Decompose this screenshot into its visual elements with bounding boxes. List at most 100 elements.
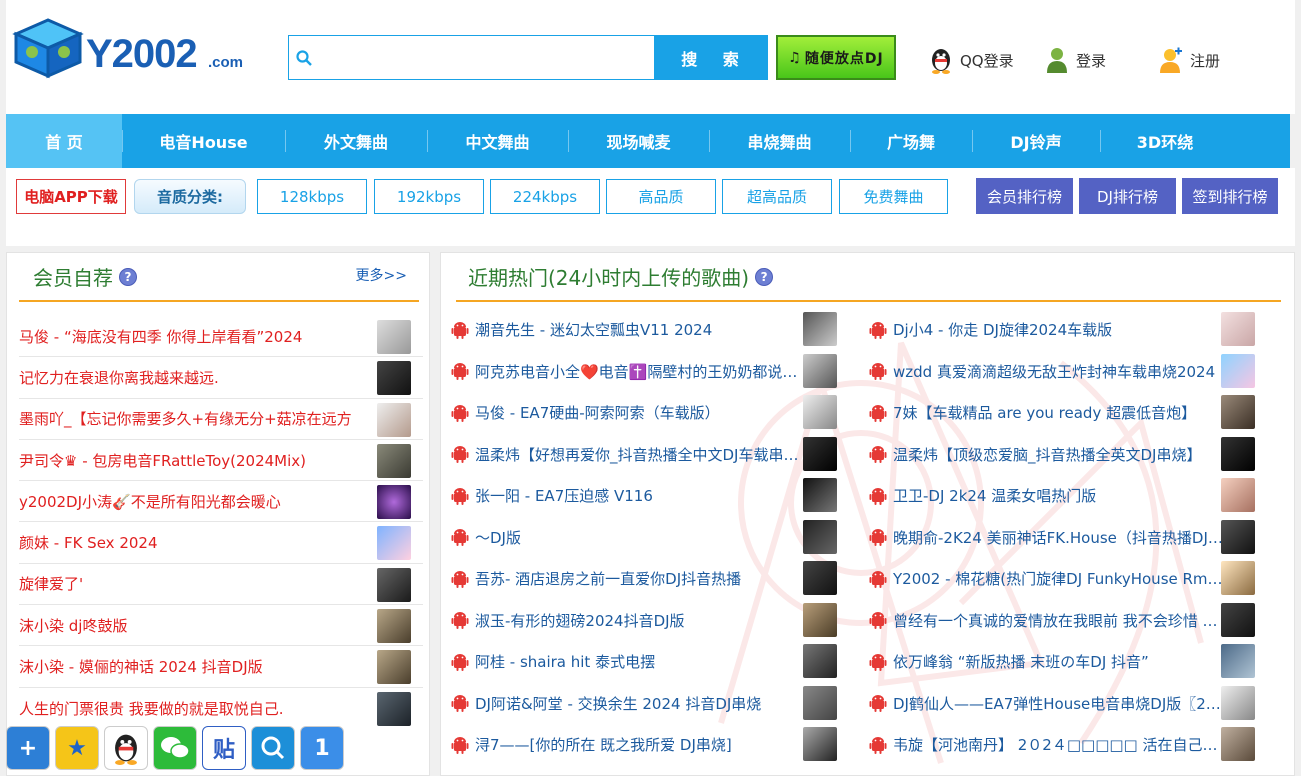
song-title[interactable]: ～DJ版 (475, 527, 809, 548)
search-input[interactable] (319, 36, 655, 79)
nav-medley[interactable]: 串烧舞曲 (709, 114, 850, 168)
hot-song-row[interactable]: DJ阿诺&阿堂 - 交换余生 2024 抖音DJ串烧 (441, 683, 851, 725)
song-title[interactable]: 马俊 - EA7硬曲-阿索阿索（车载版） (475, 402, 809, 423)
search-button[interactable]: 搜 索 (654, 35, 768, 80)
song-title[interactable]: y2002DJ小涛🎸不是所有阳光都会暖心 (19, 491, 371, 512)
hot-song-row[interactable]: 吾苏- 酒店退房之前一直爱你DJ抖音热播 (441, 558, 851, 600)
song-title[interactable]: 阿克苏电音小全❤️电音✝️隔壁村的王奶奶都说好听 (475, 361, 809, 382)
nav-ringtone[interactable]: DJ铃声 (972, 114, 1100, 168)
hot-song-row[interactable]: 马俊 - EA7硬曲-阿索阿索（车载版） (441, 392, 851, 434)
song-title[interactable]: 依万峰翁 “新版热播 末班の车DJ 抖音” (893, 651, 1227, 672)
nav-foreign[interactable]: 外文舞曲 (285, 114, 427, 168)
song-title[interactable]: 7妹【车载精品 are you ready 超震低音炮】 (893, 402, 1227, 423)
hot-song-row[interactable]: 韦旋【河池南丹】 2０2４□□□□□ 活在自己的世界 (859, 724, 1269, 766)
song-title[interactable]: DJ阿诺&阿堂 - 交换余生 2024 抖音DJ串烧 (475, 693, 809, 714)
song-title[interactable]: 潮音先生 - 迷幻太空瓢虫V11 2024 (475, 319, 809, 340)
more-link[interactable]: 更多>> (356, 265, 407, 285)
hot-song-row[interactable]: 晚期俞-2K24 美丽神话FK.House（抖音热播DJ版） (859, 517, 1269, 559)
hot-song-row[interactable]: 曾经有一个真诚的爱情放在我眼前 我不会珍惜 DJ版 (859, 600, 1269, 642)
nav-3d[interactable]: 3D环绕 (1100, 114, 1230, 168)
song-title[interactable]: Dj小4 - 你走 DJ旋律2024车载版 (893, 319, 1227, 340)
list-item[interactable]: 沫小染 dj咚鼓版 (19, 605, 423, 647)
list-item[interactable]: 人生的门票很贵 我要做的就是取悦自己. (19, 688, 423, 729)
list-item[interactable]: 记忆力在衰退你离我越来越远. (19, 357, 423, 399)
nav-square-dance[interactable]: 广场舞 (850, 114, 972, 168)
hot-song-row[interactable]: DJ鹤仙人——EA7弹性House电音串烧DJ版〖2024〗 (859, 683, 1269, 725)
song-title[interactable]: 旋律爱了' (19, 573, 371, 594)
login-link[interactable]: 登录 (1044, 40, 1106, 80)
song-title[interactable]: 记忆力在衰退你离我越来越远. (19, 367, 371, 388)
list-item[interactable]: y2002DJ小涛🎸不是所有阳光都会暖心 (19, 481, 423, 523)
song-title[interactable]: DJ鹤仙人——EA7弹性House电音串烧DJ版〖2024〗 (893, 693, 1227, 714)
hot-song-row[interactable]: 浔7——[你的所在 既之我所爱 DJ串烧] (441, 724, 851, 766)
hot-song-row[interactable]: 依万峰翁 “新版热播 末班の车DJ 抖音” (859, 641, 1269, 683)
random-dj-button[interactable]: ♫ 随便放点DJ (776, 35, 896, 80)
quality-192[interactable]: 192kbps (374, 179, 484, 214)
dj-rank-button[interactable]: DJ排行榜 (1079, 178, 1176, 214)
quality-ultra[interactable]: 超高品质 (722, 179, 832, 214)
nav-chinese[interactable]: 中文舞曲 (427, 114, 568, 168)
song-title[interactable]: 淑玉-有形的翅磅2024抖音DJ版 (475, 610, 809, 631)
song-title[interactable]: 晚期俞-2K24 美丽神话FK.House（抖音热播DJ版） (893, 527, 1227, 548)
song-title[interactable]: 人生的门票很贵 我要做的就是取悦自己. (19, 698, 371, 719)
quality-free[interactable]: 免费舞曲 (839, 179, 948, 214)
hot-song-row[interactable]: 温柔炜【好想再爱你_抖音热播全中文DJ车载串烧】 (441, 434, 851, 476)
song-title[interactable]: 吾苏- 酒店退房之前一直爱你DJ抖音热播 (475, 568, 809, 589)
qzone-icon[interactable]: ★ (55, 726, 99, 770)
quality-high[interactable]: 高品质 (606, 179, 716, 214)
nav-house[interactable]: 电音House (122, 114, 285, 168)
list-item[interactable]: 尹司令♛ - 包房电音FRattleToy(2024Mix) (19, 440, 423, 482)
wechat-icon[interactable] (153, 726, 197, 770)
nav-home[interactable]: 首 页 (6, 114, 122, 168)
song-title[interactable]: 马俊 - “海底没有四季 你得上岸看看”2024 (19, 326, 371, 347)
song-title[interactable]: 墨雨吖_【忘记你需要多久+有缘无分+菇凉在远方 (19, 408, 371, 429)
list-item[interactable]: 颜妹 - FK Sex 2024 (19, 522, 423, 564)
member-rank-button[interactable]: 会员排行榜 (976, 178, 1073, 214)
hot-song-row[interactable]: Y2002 - 棉花糖(热门旋律DJ FunkyHouse Rmx 2024) (859, 558, 1269, 600)
register-link[interactable]: 注册 (1158, 40, 1220, 80)
help-icon[interactable]: ? (755, 267, 774, 286)
song-title[interactable]: 卫卫-DJ 2k24 温柔女唱热门版 (893, 485, 1227, 506)
nav-live-mc[interactable]: 现场喊麦 (568, 114, 709, 168)
hot-song-row[interactable]: Dj小4 - 你走 DJ旋律2024车载版 (859, 309, 1269, 351)
help-icon[interactable]: ? (119, 267, 137, 286)
song-title[interactable]: 韦旋【河池南丹】 2０2４□□□□□ 活在自己的世界 (893, 734, 1227, 755)
song-title[interactable]: Y2002 - 棉花糖(热门旋律DJ FunkyHouse Rmx 2024) (893, 568, 1227, 589)
song-title[interactable]: 温柔炜【顶级恋爱脑_抖音热播全英文DJ串烧】 (893, 444, 1227, 465)
song-title[interactable]: wzdd 真爱滴滴超级无敌王炸封神车载串烧2024 (893, 361, 1227, 382)
song-title[interactable]: 颜妹 - FK Sex 2024 (19, 532, 371, 553)
list-item[interactable]: 旋律爱了' (19, 564, 423, 606)
qq-login-link[interactable]: QQ登录 (928, 40, 1014, 80)
tieba-icon[interactable]: 贴 (202, 726, 246, 770)
hot-song-row[interactable]: 潮音先生 - 迷幻太空瓢虫V11 2024 (441, 309, 851, 351)
list-item[interactable]: 沫小染 - 嫫俪的神话 2024 抖音DJ版 (19, 646, 423, 688)
hot-song-row[interactable]: 淑玉-有形的翅磅2024抖音DJ版 (441, 600, 851, 642)
quality-128[interactable]: 128kbps (257, 179, 367, 214)
plus-icon[interactable]: + (6, 726, 50, 770)
hot-song-row[interactable]: wzdd 真爱滴滴超级无敌王炸封神车载串烧2024 (859, 351, 1269, 393)
hot-song-row[interactable]: 7妹【车载精品 are you ready 超震低音炮】 (859, 392, 1269, 434)
hot-song-row[interactable]: 张一阳 - EA7压迫感 V116 (441, 475, 851, 517)
song-title[interactable]: 沫小染 dj咚鼓版 (19, 615, 371, 636)
site-logo[interactable]: Y2002 .com (8, 14, 270, 80)
pengyou-icon[interactable] (251, 726, 295, 770)
list-item[interactable]: 马俊 - “海底没有四季 你得上岸看看”2024 (19, 316, 423, 358)
song-title[interactable]: 温柔炜【好想再爱你_抖音热播全中文DJ车载串烧】 (475, 444, 809, 465)
list-item[interactable]: 墨雨吖_【忘记你需要多久+有缘无分+菇凉在远方 (19, 399, 423, 440)
hot-song-row[interactable]: 卫卫-DJ 2k24 温柔女唱热门版 (859, 475, 1269, 517)
quality-224[interactable]: 224kbps (490, 179, 600, 214)
song-title[interactable]: 曾经有一个真诚的爱情放在我眼前 我不会珍惜 DJ版 (893, 610, 1227, 631)
top-icon[interactable]: 1 (300, 726, 344, 770)
hot-song-row[interactable]: 温柔炜【顶级恋爱脑_抖音热播全英文DJ串烧】 (859, 434, 1269, 476)
song-title[interactable]: 尹司令♛ - 包房电音FRattleToy(2024Mix) (19, 450, 371, 471)
app-download-link[interactable]: 电脑APP下载 (16, 179, 126, 214)
song-title[interactable]: 沫小染 - 嫫俪的神话 2024 抖音DJ版 (19, 656, 371, 677)
hot-song-row[interactable]: ～DJ版 (441, 517, 851, 559)
hot-song-row[interactable]: 阿克苏电音小全❤️电音✝️隔壁村的王奶奶都说好听 (441, 351, 851, 393)
qq-icon[interactable] (104, 726, 148, 770)
song-title[interactable]: 张一阳 - EA7压迫感 V116 (475, 485, 809, 506)
checkin-rank-button[interactable]: 签到排行榜 (1182, 178, 1278, 214)
song-title[interactable]: 阿桂 - shaira hit 泰式电摆 (475, 651, 809, 672)
song-title[interactable]: 浔7——[你的所在 既之我所爱 DJ串烧] (475, 734, 809, 755)
hot-song-row[interactable]: 阿桂 - shaira hit 泰式电摆 (441, 641, 851, 683)
